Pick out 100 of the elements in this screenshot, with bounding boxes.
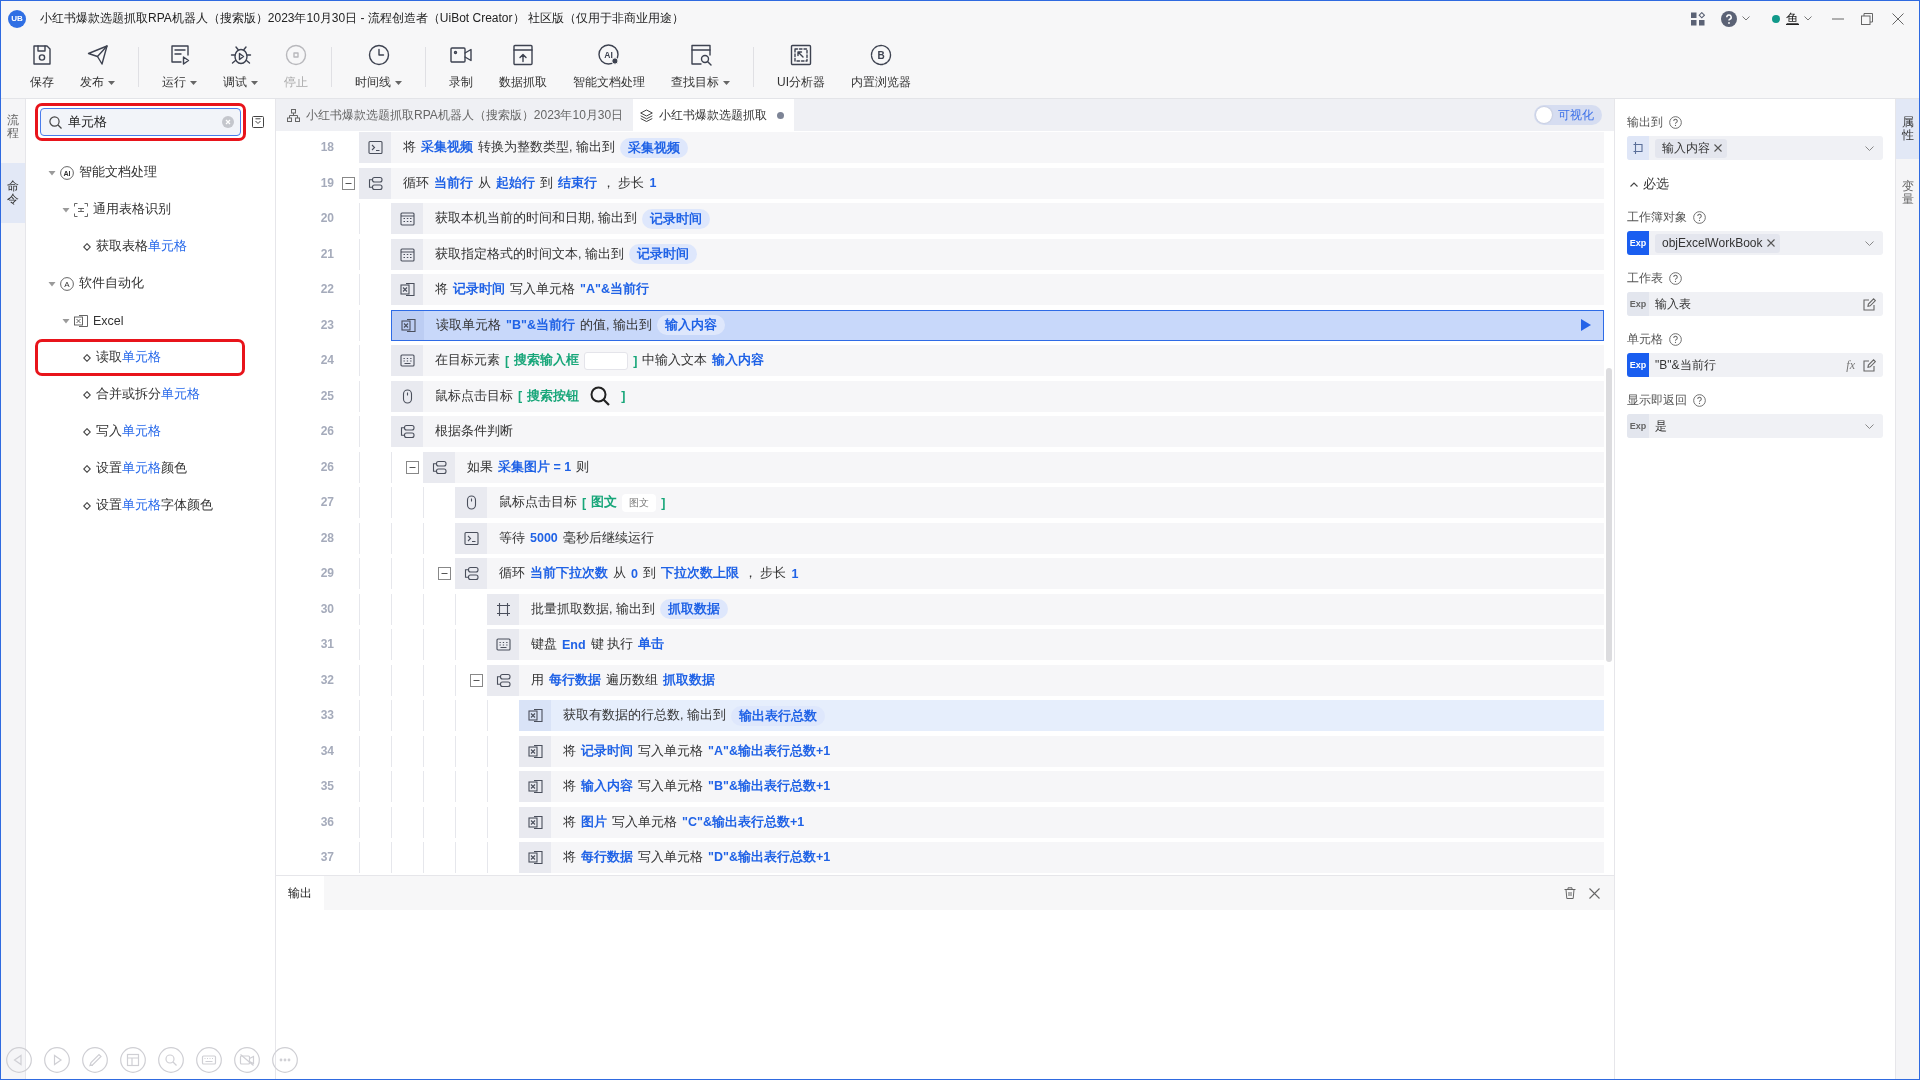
command-row[interactable]: 将 输入内容 写入单元格 "B"&输出表行总数+1: [519, 771, 1604, 802]
collapse-all-icon[interactable]: [252, 116, 264, 128]
chevron-down-icon[interactable]: [1742, 16, 1750, 21]
tree-item[interactable]: 写入单元格: [35, 413, 245, 450]
restore-icon[interactable]: [1861, 12, 1873, 25]
chevron-down-icon[interactable]: [1804, 16, 1812, 21]
command-row[interactable]: 将 记录时间 写入单元格 "A"&当前行: [391, 274, 1604, 305]
command-row[interactable]: 循环 当前下拉次数 从 0 到 下拉次数上限 ， 步长 1: [455, 558, 1604, 589]
debug-button[interactable]: 调试: [216, 43, 265, 91]
close-icon[interactable]: [1892, 12, 1904, 25]
command-row[interactable]: 获取有数据的行总数, 输出到 输出表行总数: [519, 700, 1604, 731]
play-icon[interactable]: [1581, 319, 1591, 331]
browser-button[interactable]: B 内置浏览器: [844, 43, 918, 91]
expression-badge[interactable]: Exp: [1627, 353, 1649, 377]
property-field[interactable]: Exp "B"&当前行 fx: [1627, 353, 1883, 377]
remove-icon[interactable]: [1766, 239, 1775, 247]
command-row[interactable]: 鼠标点击目标 [ 图文 图文 ]: [455, 487, 1604, 518]
tree-item[interactable]: 设置单元格颜色: [35, 450, 245, 487]
close-icon[interactable]: [1589, 887, 1600, 899]
timeline-button[interactable]: 时间线: [348, 43, 409, 91]
record-button[interactable]: 录制: [442, 43, 480, 91]
caret-up-icon[interactable]: [1630, 181, 1638, 187]
chevron-down-icon[interactable]: [1865, 240, 1874, 246]
command-row[interactable]: 等待 5000 毫秒后继续运行: [455, 522, 1604, 554]
side-tab[interactable]: 属性: [1896, 99, 1919, 159]
publish-button[interactable]: 发布: [73, 43, 122, 91]
help-icon[interactable]: [1693, 393, 1706, 407]
command-row[interactable]: 将 记录时间 写入单元格 "A"&输出表行总数+1: [519, 735, 1604, 767]
command-row[interactable]: 读取单元格 "B"&当前行 的值, 输出到 输入内容: [391, 309, 1604, 341]
side-tab[interactable]: 命令: [1, 163, 25, 223]
ui-analyzer-button[interactable]: UI分析器: [770, 43, 832, 91]
tree-item[interactable]: 设置单元格字体颜色: [35, 487, 245, 524]
command-row[interactable]: 将 采集视频 转换为整数类型, 输出到 采集视频: [359, 132, 1604, 163]
property-field[interactable]: Exp 是: [1627, 414, 1883, 438]
tree-item[interactable]: 读取单元格: [35, 339, 245, 376]
minus-box-icon[interactable]: [406, 460, 419, 474]
edit-icon[interactable]: [1863, 358, 1876, 372]
variable-tag[interactable]: 抓取数据: [659, 599, 728, 619]
caret-icon[interactable]: [108, 80, 115, 85]
expression-badge[interactable]: Exp: [1627, 292, 1649, 316]
help-icon[interactable]: [1669, 115, 1682, 129]
help-icon[interactable]: [1669, 271, 1682, 285]
user-name[interactable]: 鱼: [1786, 9, 1799, 28]
command-row[interactable]: 获取指定格式的时间文本, 输出到 记录时间: [391, 238, 1604, 270]
property-field[interactable]: Exp objExcelWorkBook: [1627, 231, 1883, 255]
side-tab[interactable]: 流程: [1, 99, 25, 155]
help-icon[interactable]: [1669, 332, 1682, 346]
command-row[interactable]: 根据条件判断: [391, 416, 1604, 447]
command-row[interactable]: 将 每行数据 写入单元格 "D"&输出表行总数+1: [519, 842, 1604, 873]
command-row[interactable]: 获取本机当前的时间和日期, 输出到 记录时间: [391, 203, 1604, 234]
apps-grid-icon[interactable]: [1691, 11, 1705, 26]
tree-item[interactable]: 通用表格识别: [35, 191, 245, 228]
variable-tag[interactable]: 记录时间: [641, 208, 710, 229]
output-tab[interactable]: 输出: [276, 876, 324, 910]
minus-box-icon[interactable]: [342, 176, 355, 190]
tree-item[interactable]: Excel: [35, 302, 245, 339]
formula-button[interactable]: fx: [1846, 357, 1855, 373]
command-row[interactable]: 在目标元素 [ 搜索输入框 ] 中输入文本 输入内容: [391, 345, 1604, 376]
visual-toggle[interactable]: 可视化: [1534, 105, 1602, 125]
help-icon[interactable]: [1693, 210, 1706, 224]
find-target-button[interactable]: 查找目标: [664, 43, 737, 91]
side-tab[interactable]: 变量: [1896, 163, 1919, 223]
variable-tag[interactable]: 采集视频: [619, 137, 688, 158]
data-scrape-button[interactable]: 数据抓取: [492, 43, 554, 91]
output-variable-field[interactable]: 输入内容: [1627, 136, 1883, 160]
tree-item[interactable]: 合并或拆分单元格: [35, 376, 245, 413]
chevron-down-icon[interactable]: [1865, 423, 1874, 429]
document-ai-button[interactable]: AI 智能文档处理: [566, 43, 652, 91]
chevron-down-icon[interactable]: [1865, 145, 1874, 151]
section-toggle[interactable]: 必选: [1630, 175, 1883, 193]
remove-icon[interactable]: [1714, 144, 1722, 152]
search-field[interactable]: 单元格: [40, 108, 241, 136]
command-row[interactable]: 将 图片 写入单元格 "C"&输出表行总数+1: [519, 806, 1604, 838]
editor-tab[interactable]: 小红书爆款选题抓取RPA机器人（搜索版）2023年10月30日: [280, 99, 634, 131]
run-button[interactable]: 运行: [155, 43, 204, 91]
command-row[interactable]: 循环 当前行 从 起始行 到 结束行 ， 步长 1: [359, 167, 1604, 199]
command-row[interactable]: 用 每行数据 遍历数组 抓取数据: [487, 664, 1604, 696]
property-field[interactable]: Exp 输入表: [1627, 292, 1883, 316]
variable-tag[interactable]: 记录时间: [628, 244, 697, 264]
editor-tab[interactable]: 小红书爆款选题抓取: [633, 99, 795, 131]
expression-badge[interactable]: Exp: [1627, 231, 1649, 255]
minus-box-icon[interactable]: [438, 567, 451, 580]
caret-icon[interactable]: [190, 80, 197, 85]
command-row[interactable]: 键盘 End 键 执行 单击: [487, 629, 1604, 660]
command-row[interactable]: 如果 采集图片 = 1 则: [423, 451, 1604, 483]
variable-tag[interactable]: 输入内容: [656, 315, 725, 335]
tree-item[interactable]: 获取表格单元格: [35, 228, 245, 265]
minus-box-icon[interactable]: [470, 673, 483, 687]
tree-item[interactable]: A 软件自动化: [35, 265, 245, 302]
help-icon[interactable]: [1721, 10, 1737, 27]
caret-icon[interactable]: [395, 80, 402, 85]
edit-icon[interactable]: [1863, 297, 1876, 311]
scrollbar-thumb[interactable]: [1606, 368, 1612, 662]
command-row[interactable]: 鼠标点击目标 [ 搜索按钮 ]: [391, 380, 1604, 412]
trash-icon[interactable]: [1564, 887, 1576, 899]
save-button[interactable]: 保存: [23, 43, 61, 91]
command-row[interactable]: 批量抓取数据, 输出到 抓取数据: [487, 593, 1604, 625]
expression-badge[interactable]: Exp: [1627, 414, 1649, 438]
caret-icon[interactable]: [723, 80, 730, 85]
caret-icon[interactable]: [251, 80, 258, 85]
